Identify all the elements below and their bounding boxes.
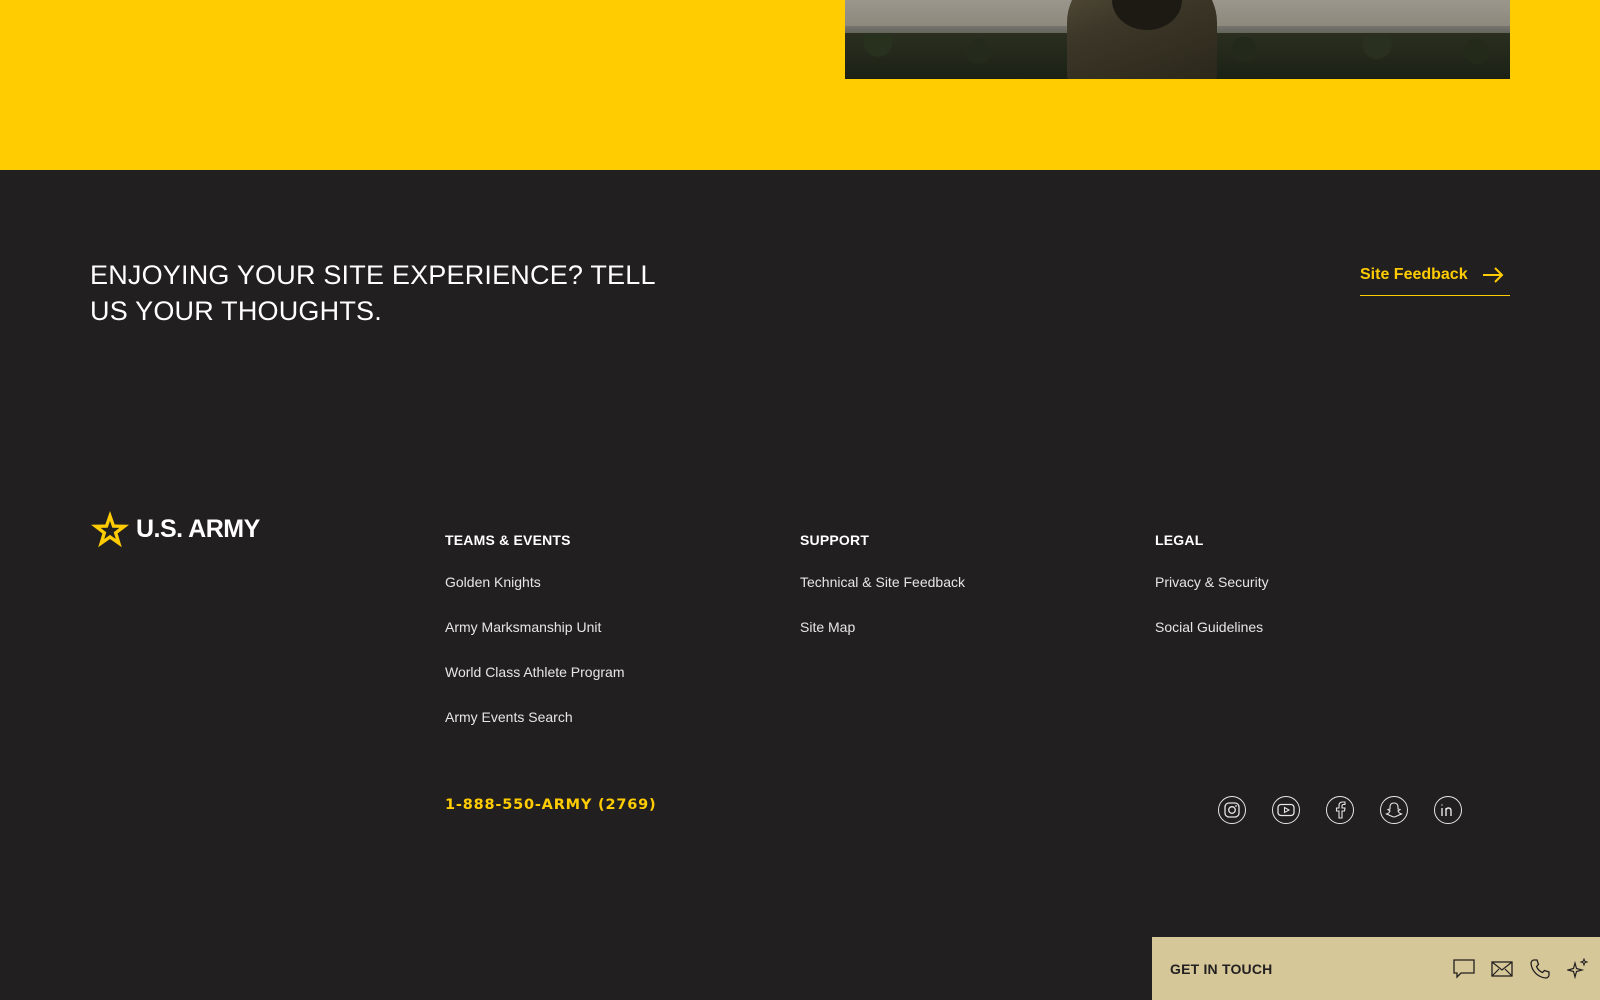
- column-heading: TEAMS & EVENTS: [445, 532, 571, 548]
- facebook-icon[interactable]: [1326, 796, 1354, 824]
- footer-link-social-guidelines[interactable]: Social Guidelines: [1155, 619, 1263, 635]
- social-links: [1218, 796, 1462, 824]
- sparkle-icon[interactable]: [1567, 957, 1589, 980]
- army-logo[interactable]: U.S. ARMY: [90, 510, 260, 548]
- arrow-right-icon: [1483, 267, 1504, 283]
- footer-link-golden-knights[interactable]: Golden Knights: [445, 574, 541, 590]
- footer-column-legal: LEGAL Privacy & Security Social Guidelin…: [1155, 532, 1269, 664]
- instagram-icon[interactable]: [1218, 796, 1246, 824]
- phone-icon[interactable]: [1529, 958, 1551, 980]
- footer-column-support: SUPPORT Technical & Site Feedback Site M…: [800, 532, 965, 664]
- get-in-touch-label: GET IN TOUCH: [1170, 960, 1273, 977]
- get-in-touch-bar[interactable]: GET IN TOUCH: [1152, 937, 1600, 1000]
- site-feedback-link[interactable]: Site Feedback: [1360, 262, 1510, 296]
- footer-link-army-marksmanship-unit[interactable]: Army Marksmanship Unit: [445, 619, 601, 635]
- chat-icon[interactable]: [1453, 958, 1475, 980]
- linkedin-icon[interactable]: [1434, 796, 1462, 824]
- footer-link-world-class-athlete-program[interactable]: World Class Athlete Program: [445, 664, 624, 680]
- email-icon[interactable]: [1491, 958, 1513, 980]
- site-feedback-label: Site Feedback: [1360, 266, 1468, 283]
- feedback-heading: ENJOYING YOUR SITE EXPERIENCE? TELL US Y…: [90, 260, 655, 326]
- footer-link-site-map[interactable]: Site Map: [800, 619, 855, 635]
- snapchat-icon[interactable]: [1380, 796, 1408, 824]
- column-heading: SUPPORT: [800, 532, 870, 548]
- footer-column-teams-events: TEAMS & EVENTS Golden Knights Army Marks…: [445, 532, 624, 754]
- footer-link-privacy-security[interactable]: Privacy & Security: [1155, 574, 1269, 590]
- star-icon: [91, 511, 129, 548]
- footer-link-technical-site-feedback[interactable]: Technical & Site Feedback: [800, 574, 965, 590]
- soldier-photo: [845, 0, 1510, 79]
- footer-link-army-events-search[interactable]: Army Events Search: [445, 709, 573, 725]
- youtube-icon[interactable]: [1272, 796, 1300, 824]
- logo-text: U.S. ARMY: [136, 514, 260, 543]
- column-heading: LEGAL: [1155, 532, 1204, 548]
- phone-number-link[interactable]: 1-888-550-ARMY (2769): [445, 797, 656, 813]
